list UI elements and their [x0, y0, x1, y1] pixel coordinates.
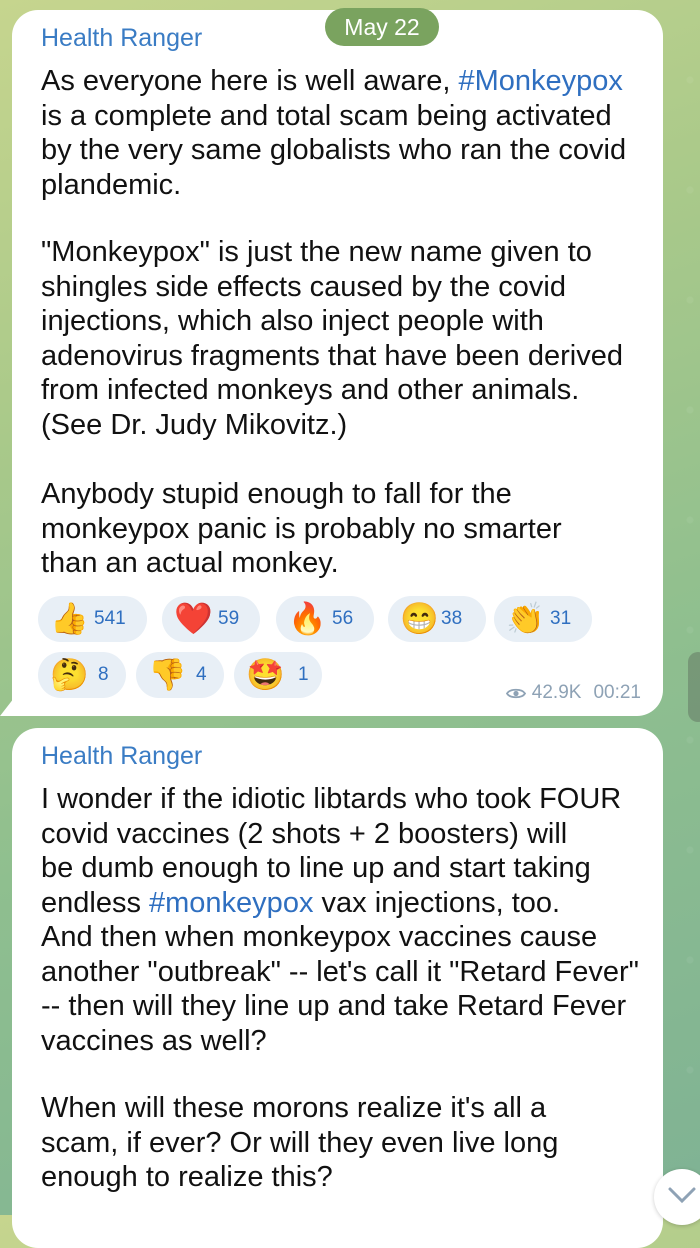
reaction-grinning-face[interactable]: 😁 38 — [388, 596, 486, 642]
side-panel-handle[interactable] — [688, 652, 700, 722]
eye-icon — [505, 688, 526, 698]
hashtag-link[interactable]: #monkeypox — [149, 887, 313, 919]
reaction-count: 4 — [196, 664, 207, 685]
thinking-face-icon: 🤔 — [50, 657, 89, 692]
reaction-thumbs-up[interactable]: 👍 541 — [38, 596, 147, 642]
reaction-count: 38 — [441, 608, 463, 629]
scroll-down-button[interactable] — [654, 1169, 700, 1225]
thumbs-up-icon: 👍 — [50, 601, 89, 636]
message-paragraph: Anybody stupid enough to fall for the mo… — [41, 478, 562, 579]
message-text: As everyone here is well aware, — [41, 65, 459, 97]
reaction-star-struck[interactable]: 🤩 1 — [234, 652, 322, 698]
thumbs-down-icon: 👎 — [148, 657, 187, 692]
sender-name[interactable]: Health Ranger — [41, 24, 202, 53]
clapping-hands-icon: 👏 — [506, 601, 545, 636]
reaction-clapping-hands[interactable]: 👏 31 — [494, 596, 592, 642]
message-time: 00:21 — [593, 682, 641, 703]
message-bubble[interactable]: Health Ranger I wonder if the idiotic li… — [12, 728, 663, 1248]
reaction-fire[interactable]: 🔥 56 — [276, 596, 374, 642]
view-count: 42.9K — [531, 682, 582, 703]
star-struck-icon: 🤩 — [246, 657, 285, 692]
message-paragraph: I wonder if the idiotic libtards who too… — [41, 782, 661, 1058]
fire-icon: 🔥 — [288, 601, 327, 636]
reaction-count: 541 — [94, 608, 126, 629]
reaction-count: 59 — [218, 608, 240, 629]
sender-name[interactable]: Health Ranger — [41, 742, 202, 771]
reaction-count: 56 — [332, 608, 354, 629]
grinning-face-icon: 😁 — [400, 601, 439, 636]
chevron-down-icon — [668, 1187, 696, 1204]
reaction-thinking-face[interactable]: 🤔 8 — [38, 652, 126, 698]
message-paragraph: As everyone here is well aware, #Monkeyp… — [41, 64, 661, 202]
message-paragraph: "Monkeypox" is just the new name given t… — [41, 236, 623, 441]
reaction-count: 1 — [298, 664, 309, 685]
heart-icon: ❤️ — [174, 601, 213, 636]
reaction-count: 31 — [550, 608, 572, 629]
reaction-count: 8 — [98, 664, 109, 685]
message-bubble[interactable]: Health Ranger As everyone here is well a… — [12, 10, 663, 716]
reaction-heart[interactable]: ❤️ 59 — [162, 596, 260, 642]
message-meta: 42.9K 00:21 — [505, 680, 641, 706]
message-paragraph: When will these morons realize it's all … — [41, 1092, 559, 1193]
message-text: is a complete and total scam being activ… — [41, 99, 627, 201]
reaction-thumbs-down[interactable]: 👎 4 — [136, 652, 224, 698]
date-separator: May 22 — [325, 8, 439, 46]
hashtag-link[interactable]: #Monkeypox — [458, 65, 622, 97]
